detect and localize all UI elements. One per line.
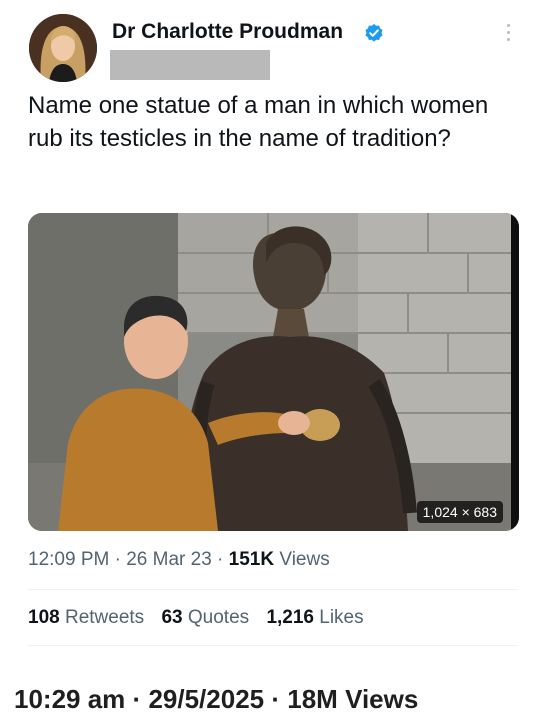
image-dimensions-badge: 1,024 × 683 (416, 501, 503, 523)
quotes-stat[interactable]: 63 Quotes (161, 607, 254, 628)
tweet-date[interactable]: 26 Mar 23 (126, 549, 212, 570)
quotes-label: Quotes (187, 607, 250, 628)
footer-time: 10:29 am (14, 684, 126, 714)
footer-views-label: Views (345, 684, 419, 714)
retweets-count: 108 (28, 607, 60, 628)
author-name[interactable]: Dr Charlotte Proudman (112, 20, 343, 44)
footer-separator: · (271, 684, 281, 714)
meta-separator: · (217, 549, 224, 570)
meta-separator: · (114, 549, 121, 570)
tweet-time[interactable]: 12:09 PM (28, 549, 109, 570)
verified-badge-icon (364, 23, 384, 43)
engagement-stats: 108 Retweets 63 Quotes 1,216 Likes (28, 607, 376, 629)
retweets-label: Retweets (64, 607, 145, 628)
views-label: Views (279, 549, 330, 570)
likes-count: 1,216 (266, 607, 314, 628)
footer-separator: · (132, 684, 142, 714)
footer-meta: 10:29 am · 29/5/2025 · 18M Views (14, 684, 418, 715)
likes-label: Likes (319, 607, 364, 628)
tweet-media-image[interactable]: 1,024 × 683 (28, 213, 519, 531)
author-avatar[interactable] (29, 14, 97, 82)
views-count: 151K (228, 549, 275, 570)
tweet-text: Name one statue of a man in which women … (28, 92, 489, 152)
quotes-count: 63 (161, 607, 183, 628)
divider (28, 645, 518, 646)
media-edge (511, 213, 519, 531)
footer-views-count: 18M (287, 684, 338, 714)
tweet-meta: 12:09 PM · 26 Mar 23 · 151K Views (28, 549, 330, 571)
divider (28, 589, 518, 590)
retweets-stat[interactable]: 108 Retweets (28, 607, 149, 628)
likes-stat[interactable]: 1,216 Likes (266, 607, 363, 628)
footer-date: 29/5/2025 (148, 684, 265, 714)
more-options-icon[interactable] (503, 24, 513, 46)
redacted-handle (110, 50, 270, 80)
